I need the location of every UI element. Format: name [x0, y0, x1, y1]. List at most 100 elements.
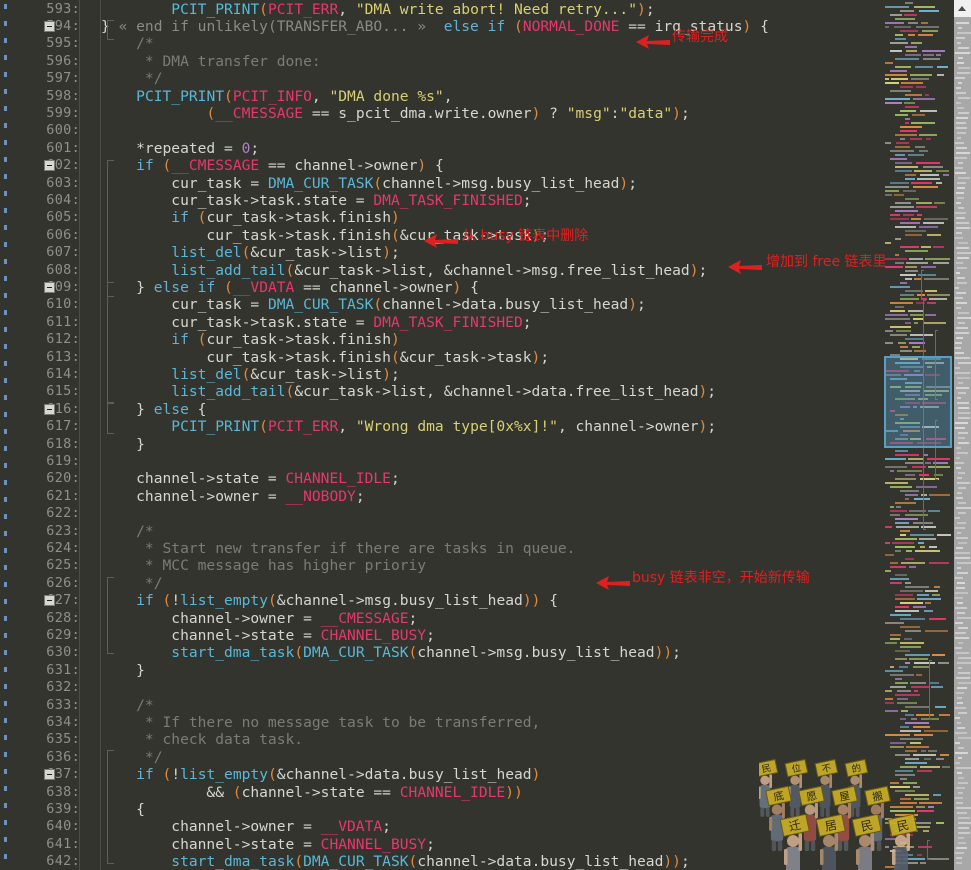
minimap-code-line [900, 738, 923, 740]
code-line[interactable]: cur_task = DMA_CUR_TASK(channel->msg.bus… [101, 175, 637, 192]
minimap-code-line [905, 498, 909, 500]
line-number: 630: [46, 644, 80, 661]
code-token: == channel->owner [294, 278, 453, 296]
minimap-viewport-box[interactable] [884, 356, 952, 448]
code-token: if [136, 157, 154, 175]
change-marker [4, 582, 7, 587]
code-line[interactable]: list_del(&cur_task->list); [101, 244, 399, 261]
minimap-code-line [895, 594, 913, 596]
scrollbar-marker [955, 297, 963, 299]
scrollbar-marker [957, 567, 961, 569]
minimap-code-line [904, 638, 912, 640]
fold-toggle-icon[interactable] [44, 595, 55, 607]
code-line[interactable]: if (!list_empty(&channel->msg.busy_list_… [101, 592, 558, 609]
code-line[interactable]: /* [101, 523, 154, 540]
scroll-up-arrow-icon[interactable] [954, 0, 971, 17]
fold-toggle-icon[interactable] [44, 281, 55, 293]
scrollbar-marker [956, 302, 967, 304]
code-line[interactable]: * MCC message has higher prioriy [101, 557, 426, 574]
code-line[interactable]: } « end if unlikely(TRANSFER_ABO... » el… [101, 18, 769, 35]
minimap-code-line [890, 50, 902, 52]
code-line[interactable]: } else { [101, 401, 206, 418]
code-token: ) [742, 17, 752, 35]
minimap-code-line [890, 90, 911, 92]
code-line[interactable]: PCIT_PRINT(PCIT_INFO, "DMA done %s", [101, 88, 452, 105]
code-line[interactable]: cur_task->task.finish(&cur_task->task); [101, 349, 549, 366]
code-line[interactable]: (__CMESSAGE == s_pcit_dma.write.owner) ?… [101, 105, 689, 122]
scrollbar-marker [958, 112, 969, 114]
vertical-scrollbar[interactable] [954, 0, 971, 870]
code-line[interactable]: } [101, 436, 145, 453]
minimap-code-line [890, 326, 911, 328]
code-line[interactable]: channel->owner = __VDATA; [101, 818, 391, 835]
code-line[interactable]: * check data task. [101, 731, 303, 748]
minimap-code-line [905, 758, 919, 760]
code-line[interactable]: if (!list_empty(&channel->data.busy_list… [101, 766, 540, 783]
fold-toggle-icon[interactable] [44, 769, 55, 781]
code-line[interactable]: PCIT_PRINT(PCIT_ERR, "Wrong dma type[0x%… [101, 418, 716, 435]
minimap-code-line [905, 630, 921, 632]
minimap[interactable]: 理 [883, 0, 954, 870]
code-line[interactable]: if (__CMESSAGE == channel->owner) { [101, 157, 444, 174]
minimap-code-line [890, 686, 906, 688]
code-line[interactable]: } [101, 662, 145, 679]
fold-toggle-icon[interactable] [44, 403, 55, 415]
code-line[interactable]: channel->state = CHANNEL_IDLE; [101, 470, 400, 487]
code-line[interactable]: list_add_tail(&cur_task->list, &channel-… [101, 262, 707, 279]
code-line[interactable]: cur_task->task.state = DMA_TASK_FINISHED… [101, 314, 531, 331]
minimap-code-line [895, 34, 903, 36]
minimap-code-line [893, 846, 914, 848]
code-line[interactable]: start_dma_task(DMA_CUR_TASK(channel->dat… [101, 853, 689, 870]
code-line[interactable]: *repeated = 0; [101, 140, 259, 157]
minimap-code-line [895, 202, 911, 204]
code-line[interactable]: channel->state = CHANNEL_BUSY; [101, 627, 435, 644]
scrollbar-marker [958, 822, 971, 824]
code-line[interactable]: cur_task->task.state = DMA_TASK_FINISHED… [101, 192, 531, 209]
minimap-code-line [895, 254, 899, 256]
minimap-code-line [885, 458, 906, 460]
code-line[interactable]: channel->owner = __CMESSAGE; [101, 610, 417, 627]
code-line[interactable]: start_dma_task(DMA_CUR_TASK(channel->msg… [101, 644, 681, 661]
code-line[interactable]: if (cur_task->task.finish) [101, 209, 399, 226]
code-token: ! [171, 592, 181, 610]
code-editor[interactable]: 593: 594: 595: 596: 597: 598: 599: 600: 601: 602:… [0, 0, 883, 870]
code-token: &cur_task->list, &channel->msg.free_list… [294, 261, 690, 279]
scrollbar-marker [956, 272, 960, 274]
scrollbar-marker [958, 322, 965, 324]
code-line[interactable]: PCIT_PRINT(PCIT_ERR, "DMA write abort! N… [101, 1, 654, 18]
fold-toggle-icon[interactable] [44, 20, 55, 32]
code-line[interactable]: && (channel->state == CHANNEL_IDLE)) [101, 784, 522, 801]
code-line[interactable]: if (cur_task->task.finish) [101, 331, 399, 348]
code-content[interactable]: PCIT_PRINT(PCIT_ERR, "DMA write abort! N… [101, 0, 883, 870]
minimap-fold-guide [927, 840, 930, 860]
minimap-code-line [905, 94, 922, 96]
minimap-code-line [903, 858, 925, 860]
code-line[interactable]: */ [101, 70, 163, 87]
code-line[interactable]: list_del(&cur_task->list); [101, 366, 399, 383]
code-line[interactable]: * If there no message task to be transfe… [101, 714, 540, 731]
line-number-gutter[interactable]: 593: 594: 595: 596: 597: 598: 599: 600: 601: 602:… [0, 0, 80, 870]
scrollbar-marker [956, 447, 961, 449]
code-line[interactable]: * Start new transfer if there are tasks … [101, 540, 576, 557]
minimap-code-line [890, 634, 901, 636]
code-line[interactable]: } else if (__VDATA == channel->owner) { [101, 279, 479, 296]
minimap-code-line [910, 534, 934, 536]
minimap-code-line [921, 266, 936, 268]
scrollbar-marker [955, 592, 968, 594]
line-number: 624: [46, 539, 80, 556]
code-line[interactable]: * DMA transfer done: [101, 53, 321, 70]
code-line[interactable]: channel->owner = __NOBODY; [101, 488, 364, 505]
minimap-code-line [915, 550, 940, 552]
code-line[interactable]: cur_task = DMA_CUR_TASK(channel->data.bu… [101, 296, 646, 313]
line-number: 617: [46, 418, 80, 435]
code-token: ; [707, 383, 717, 401]
code-line[interactable]: list_add_tail(&cur_task->list, &channel-… [101, 383, 716, 400]
code-line[interactable]: channel->state = CHANNEL_BUSY; [101, 836, 435, 853]
fold-toggle-icon[interactable] [44, 160, 55, 172]
code-line[interactable]: /* [101, 697, 154, 714]
minimap-code-line [885, 74, 907, 76]
minimap-code-line [925, 94, 929, 96]
scrollbar-marker [957, 252, 971, 254]
minimap-code-line [895, 682, 908, 684]
scrollbar-marker [957, 482, 970, 484]
